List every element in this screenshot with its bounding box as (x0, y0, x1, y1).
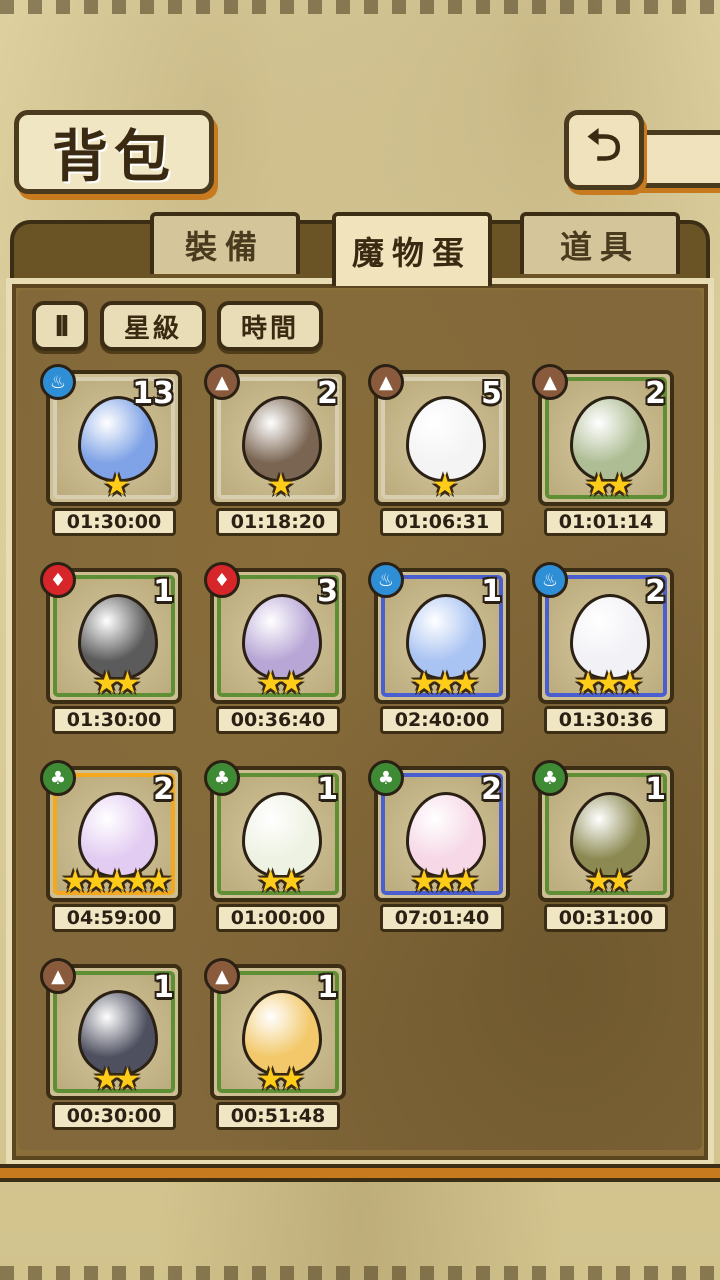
egg-count: 2 (645, 376, 666, 411)
egg-count: 2 (645, 574, 666, 609)
egg-count: 1 (153, 574, 174, 609)
water-element-icon: ♨ (368, 562, 404, 598)
earth-element-icon: ▲ (204, 364, 240, 400)
egg-count: 1 (645, 772, 666, 807)
egg-star-rating: ★★★ (410, 864, 480, 899)
sort-by-star-button[interactable]: 星級 (100, 301, 206, 351)
egg-star-rating: ★★ (585, 468, 633, 503)
egg-count: 3 (317, 574, 338, 609)
plant-element-icon: ♣ (368, 760, 404, 796)
egg-star-rating: ★ (103, 468, 131, 503)
hatch-timer: 01:06:31 (380, 508, 504, 536)
egg-star-rating: ★★★★★ (61, 864, 172, 899)
egg-count: 2 (481, 772, 502, 807)
plant-element-icon: ♣ (40, 760, 76, 796)
sort-order-icon: ll (54, 309, 69, 343)
earth-element-icon: ▲ (368, 364, 404, 400)
egg-card[interactable]: ▲ 5 ★ 01:06:31 (368, 364, 510, 536)
sort-order-toggle-button[interactable]: ll (32, 301, 88, 351)
egg-star-rating: ★★★ (410, 666, 480, 701)
tab-equipment-label: 裝備 (184, 228, 265, 266)
hatch-timer: 01:01:14 (544, 508, 668, 536)
plant-element-icon: ♣ (204, 760, 240, 796)
page-title: 背包 (52, 124, 176, 190)
egg-star-rating: ★ (267, 468, 295, 503)
hatch-timer: 00:36:40 (216, 706, 340, 734)
tab-monster-eggs-label: 魔物蛋 (351, 234, 472, 272)
hatch-timer: 00:51:48 (216, 1102, 340, 1130)
egg-card[interactable]: ♦ 3 ★★ 00:36:40 (204, 562, 346, 734)
hatch-timer: 00:31:00 (544, 904, 668, 932)
tab-monster-eggs[interactable]: 魔物蛋 (332, 212, 492, 286)
hatch-timer: 07:01:40 (380, 904, 504, 932)
egg-count: 5 (481, 376, 502, 411)
hatch-timer: 02:40:00 (380, 706, 504, 734)
water-element-icon: ♨ (40, 364, 76, 400)
water-element-icon: ♨ (532, 562, 568, 598)
egg-card[interactable]: ♨ 13 ★ 01:30:00 (40, 364, 182, 536)
egg-count: 1 (317, 970, 338, 1005)
egg-star-rating: ★★ (257, 1062, 305, 1097)
egg-star-rating: ★★ (257, 864, 305, 899)
egg-card[interactable]: ▲ 1 ★★ 00:30:00 (40, 958, 182, 1130)
hatch-timer: 01:00:00 (216, 904, 340, 932)
egg-count: 1 (153, 970, 174, 1005)
hatch-timer: 00:30:00 (52, 1102, 176, 1130)
back-button[interactable]: ⮌ (564, 110, 644, 190)
sort-by-time-label: 時間 (240, 313, 299, 344)
egg-count: 2 (153, 772, 174, 807)
earth-element-icon: ▲ (204, 958, 240, 994)
top-border-decoration (0, 0, 720, 14)
egg-card[interactable]: ▲ 1 ★★ 00:51:48 (204, 958, 346, 1130)
sort-by-time-button[interactable]: 時間 (217, 301, 323, 351)
egg-star-rating: ★★★ (574, 666, 644, 701)
egg-star-rating: ★★ (585, 864, 633, 899)
egg-count: 13 (132, 376, 174, 411)
egg-star-rating: ★★ (93, 666, 141, 701)
egg-card[interactable]: ♣ 1 ★★ 01:00:00 (204, 760, 346, 932)
egg-card[interactable]: ♨ 1 ★★★ 02:40:00 (368, 562, 510, 734)
egg-card[interactable]: ♨ 2 ★★★ 01:30:36 (532, 562, 674, 734)
egg-card[interactable]: ♣ 2 ★★★★★ 04:59:00 (40, 760, 182, 932)
earth-element-icon: ▲ (40, 958, 76, 994)
tab-items[interactable]: 道具 (520, 212, 680, 274)
hatch-timer: 01:30:00 (52, 508, 176, 536)
bottom-border-decoration (0, 1266, 720, 1280)
hatch-timer: 01:30:36 (544, 706, 668, 734)
hatch-timer: 01:18:20 (216, 508, 340, 536)
fire-element-icon: ♦ (40, 562, 76, 598)
egg-card[interactable]: ♣ 2 ★★★ 07:01:40 (368, 760, 510, 932)
egg-star-rating: ★ (431, 468, 459, 503)
sort-by-star-label: 星級 (123, 313, 182, 344)
egg-card[interactable]: ▲ 2 ★ 01:18:20 (204, 364, 346, 536)
egg-card[interactable]: ♣ 1 ★★ 00:31:00 (532, 760, 674, 932)
tab-equipment[interactable]: 裝備 (150, 212, 300, 274)
egg-card[interactable]: ▲ 2 ★★ 01:01:14 (532, 364, 674, 536)
tab-items-label: 道具 (559, 228, 640, 266)
hatch-timer: 04:59:00 (52, 904, 176, 932)
panel-bottom-edge (0, 1164, 720, 1182)
plant-element-icon: ♣ (532, 760, 568, 796)
hatch-timer: 01:30:00 (52, 706, 176, 734)
egg-star-rating: ★★ (93, 1062, 141, 1097)
egg-count: 1 (481, 574, 502, 609)
egg-star-rating: ★★ (257, 666, 305, 701)
egg-count: 2 (317, 376, 338, 411)
fire-element-icon: ♦ (204, 562, 240, 598)
egg-count: 1 (317, 772, 338, 807)
page-title-box: 背包 (14, 110, 214, 194)
earth-element-icon: ▲ (532, 364, 568, 400)
return-arrow-icon: ⮌ (586, 119, 622, 171)
egg-card[interactable]: ♦ 1 ★★ 01:30:00 (40, 562, 182, 734)
